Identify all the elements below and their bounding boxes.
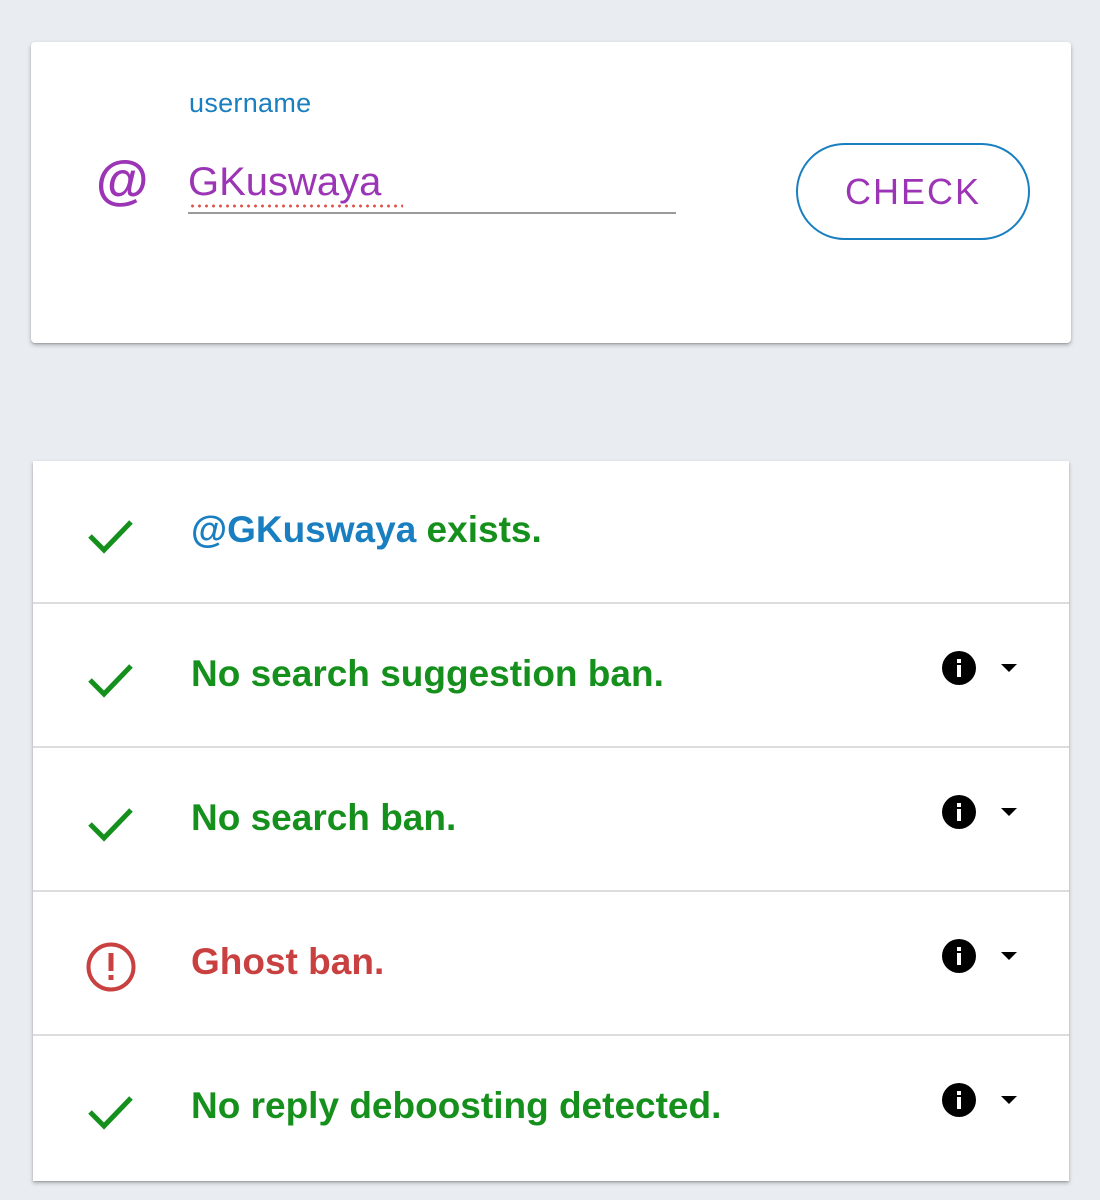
checkmark-icon [88, 808, 133, 842]
result-row-search-suggestion-ban: No search suggestion ban. [33, 605, 1069, 748]
result-row-ghost-ban: Ghost ban. [33, 893, 1069, 1036]
info-icon[interactable] [942, 795, 976, 829]
spellcheck-underline [189, 204, 403, 208]
result-text-search-suggestion-ban: No search suggestion ban. [191, 653, 664, 694]
username-field-label: username [189, 88, 312, 118]
alert-circle-icon [86, 942, 136, 992]
result-row-reply-deboosting: No reply deboosting detected. [33, 1037, 1069, 1180]
checkmark-icon [88, 520, 133, 554]
dropdown-arrow-icon[interactable] [1000, 663, 1018, 673]
dropdown-arrow-icon[interactable] [1000, 951, 1018, 961]
username-handle[interactable]: @GKuswaya [191, 509, 416, 550]
result-row-exists: @GKuswaya exists. [33, 461, 1069, 604]
result-text-ghost-ban: Ghost ban. [191, 941, 385, 982]
result-text-exists: @GKuswaya exists. [191, 509, 542, 551]
username-search-card: username @ CHECK [31, 42, 1071, 343]
check-button[interactable]: CHECK [796, 143, 1030, 240]
dropdown-arrow-icon[interactable] [1000, 1095, 1018, 1105]
result-row-search-ban: No search ban. [33, 749, 1069, 892]
exists-label: exists. [416, 509, 542, 550]
checkmark-icon [88, 1096, 133, 1130]
info-icon[interactable] [942, 651, 976, 685]
checkmark-icon [88, 664, 133, 698]
dropdown-arrow-icon[interactable] [1000, 807, 1018, 817]
info-icon[interactable] [942, 1083, 976, 1117]
result-text-reply-deboosting: No reply deboosting detected. [191, 1085, 722, 1126]
result-text-search-ban: No search ban. [191, 797, 457, 838]
at-sign-icon: @ [95, 151, 148, 211]
info-icon[interactable] [942, 939, 976, 973]
results-card: @GKuswaya exists. No search suggestion b… [33, 461, 1069, 1181]
